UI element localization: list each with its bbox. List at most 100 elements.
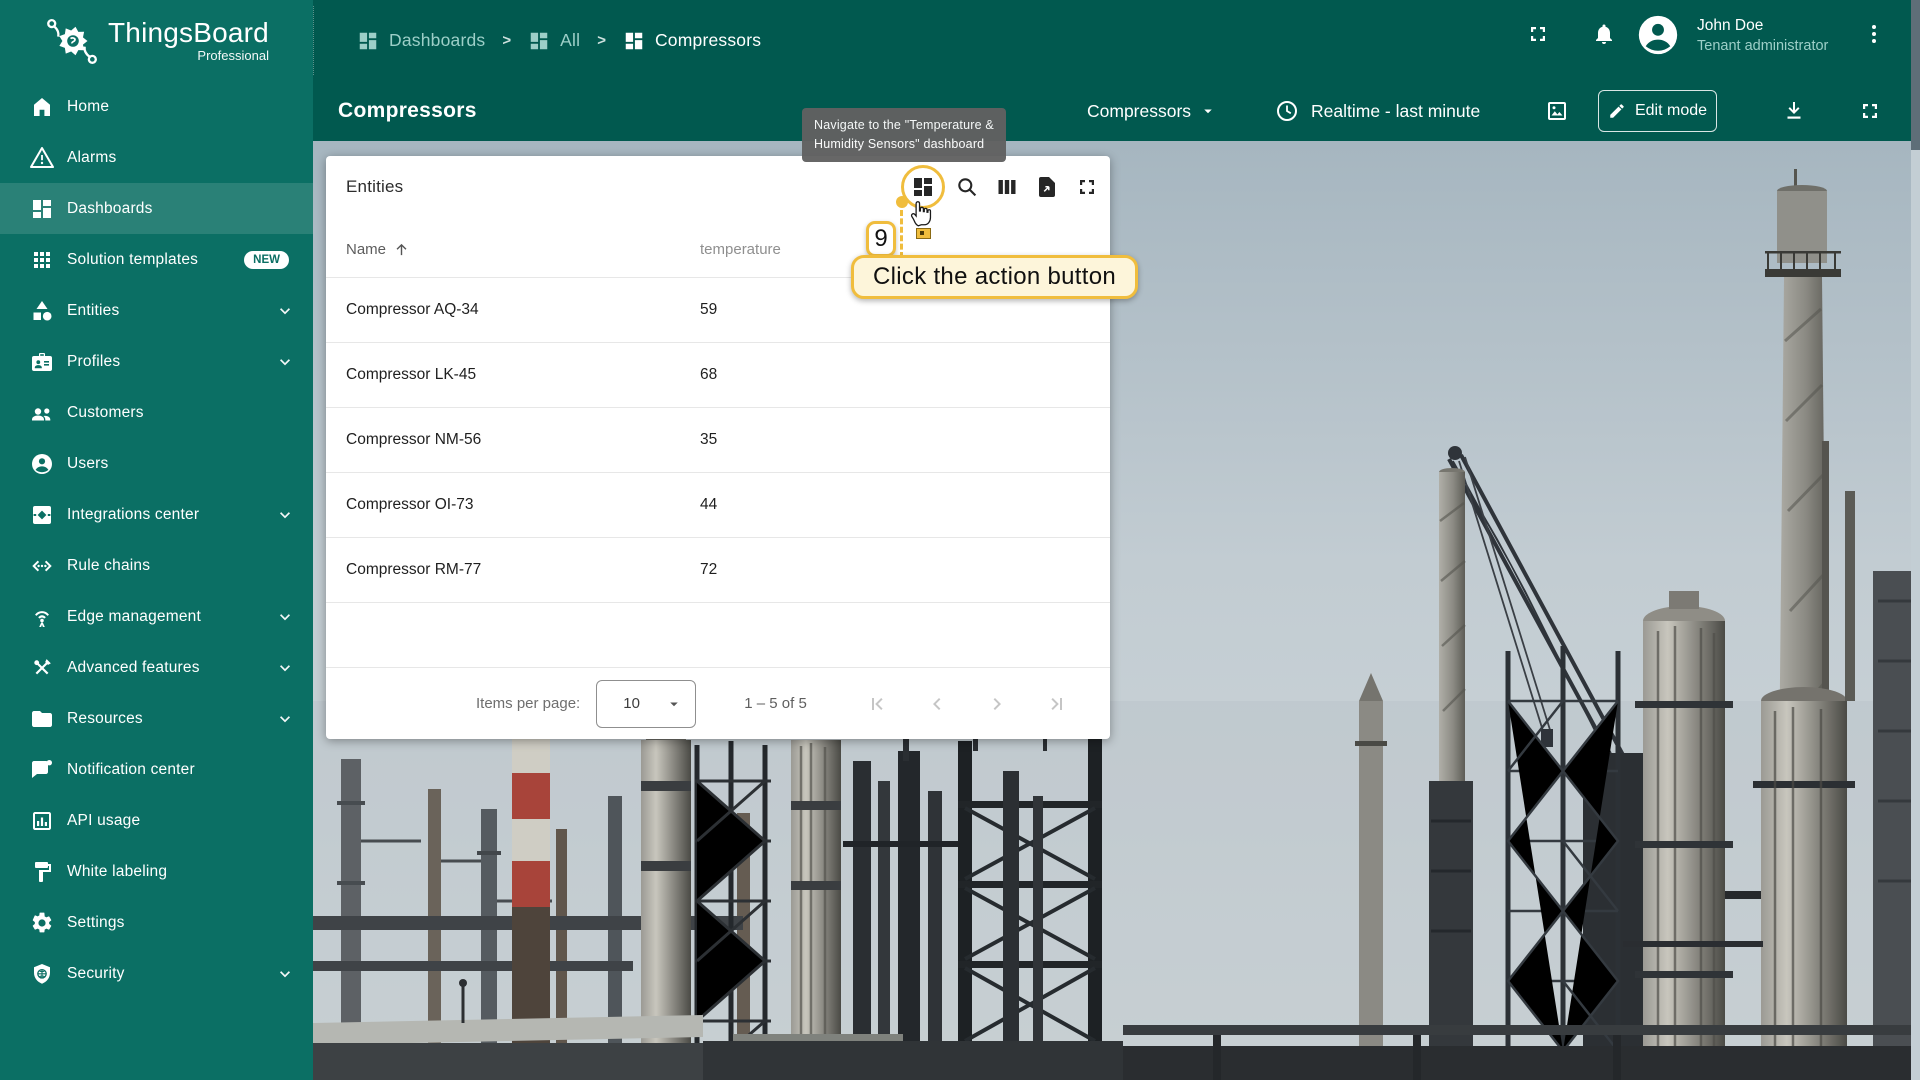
table-row[interactable]: Compressor NM-5635	[326, 408, 1110, 473]
sidebar-item-solution-templates[interactable]: Solution templatesNEW	[0, 234, 313, 285]
export-icon[interactable]	[1035, 175, 1059, 199]
search-icon[interactable]	[955, 175, 979, 199]
breadcrumb-item-all[interactable]: All	[528, 30, 580, 52]
cell-temperature: 72	[700, 538, 717, 602]
widget-fullscreen-icon[interactable]	[1075, 175, 1099, 199]
sidebar-item-label: Advanced features	[67, 659, 275, 677]
edit-mode-label: Edit mode	[1635, 102, 1707, 120]
cell-temperature: 68	[700, 343, 717, 407]
action-tooltip: Navigate to the "Temperature & Humidity …	[802, 108, 1006, 162]
sidebar-item-customers[interactable]: Customers	[0, 387, 313, 438]
cell-temperature: 44	[700, 473, 717, 537]
sidebar-item-dashboards[interactable]: Dashboards	[0, 183, 313, 234]
breadcrumb-separator: >	[502, 32, 511, 49]
chevron-down-icon	[275, 505, 295, 525]
chevron-down-icon	[275, 607, 295, 627]
scrollbar-thumb[interactable]	[1911, 0, 1920, 150]
sidebar-item-label: White labeling	[67, 863, 295, 881]
breadcrumb-item-dashboards[interactable]: Dashboards	[357, 30, 485, 52]
sidebar-item-integrations-center[interactable]: Integrations center	[0, 489, 313, 540]
page-range-label: 1 – 5 of 5	[744, 695, 807, 712]
sidebar-item-label: Entities	[67, 302, 275, 320]
sidebar-item-label: Resources	[67, 710, 275, 728]
sidebar-item-label: API usage	[67, 812, 295, 830]
tour-step-number: 9	[866, 221, 896, 257]
column-header-temperature[interactable]: temperature	[700, 221, 781, 277]
sidebar-item-notification-center[interactable]: Notification center	[0, 744, 313, 795]
timewindow-clock-icon[interactable]	[1275, 99, 1299, 123]
breadcrumb-item-compressors[interactable]: Compressors	[623, 30, 761, 52]
sidebar-item-home[interactable]: Home	[0, 81, 313, 132]
kebab-menu-icon[interactable]	[1862, 22, 1886, 46]
page-size-select[interactable]: 10	[596, 680, 696, 728]
table-row[interactable]: Compressor LK-4568	[326, 343, 1110, 408]
new-badge: NEW	[244, 251, 289, 269]
dashboard-title: Compressors	[338, 81, 477, 141]
sort-asc-icon	[393, 241, 410, 258]
sidebar: ThingsBoard Professional HomeAlarmsDashb…	[0, 0, 313, 1080]
dashboard-action-icon	[911, 175, 935, 199]
table-row[interactable]: Compressor OI-7344	[326, 473, 1110, 538]
state-selector[interactable]: Compressors	[1087, 81, 1217, 141]
first-page-icon[interactable]	[865, 692, 889, 716]
brand-name: ThingsBoard	[108, 18, 269, 48]
chevron-down-icon	[275, 352, 295, 372]
sidebar-item-settings[interactable]: Settings	[0, 897, 313, 948]
sidebar-item-white-labeling[interactable]: White labeling	[0, 846, 313, 897]
pagination: Items per page: 10 1 – 5 of 5	[326, 667, 1110, 739]
avatar[interactable]	[1635, 12, 1681, 58]
dashboard-icon	[357, 30, 379, 52]
warning-icon	[30, 146, 54, 170]
pencil-icon	[1608, 102, 1626, 120]
download-icon[interactable]	[1782, 99, 1806, 123]
sidebar-item-edge-management[interactable]: Edge management	[0, 591, 313, 642]
dashboard-icon	[623, 30, 645, 52]
previous-page-icon[interactable]	[925, 692, 949, 716]
tooltip-line-1: Navigate to the "Temperature &	[814, 116, 994, 135]
columns-icon[interactable]	[995, 175, 1019, 199]
table-row[interactable]: Compressor RM-7772	[326, 538, 1110, 603]
toolbar-fullscreen-icon[interactable]	[1858, 99, 1882, 123]
cell-name: Compressor NM-56	[346, 408, 481, 472]
timewindow-label[interactable]: Realtime - last minute	[1311, 81, 1480, 141]
category-icon	[30, 299, 54, 323]
next-page-icon[interactable]	[985, 692, 1009, 716]
dashboard-icon	[30, 197, 54, 221]
account-icon	[30, 452, 54, 476]
sidebar-item-rule-chains[interactable]: Rule chains	[0, 540, 313, 591]
thingsboard-logo-icon	[44, 13, 102, 69]
sidebar-item-resources[interactable]: Resources	[0, 693, 313, 744]
widget-title: Entities	[346, 177, 403, 197]
sidebar-item-users[interactable]: Users	[0, 438, 313, 489]
entities-widget: Entities Name temperature Compressor AQ-…	[326, 156, 1110, 739]
sidebar-item-profiles[interactable]: Profiles	[0, 336, 313, 387]
background-image-icon[interactable]	[1545, 99, 1569, 123]
sidebar-item-label: Users	[67, 455, 295, 473]
column-header-name[interactable]: Name	[346, 221, 410, 277]
user-block[interactable]: John Doe Tenant administrator	[1697, 16, 1828, 56]
fullscreen-icon[interactable]	[1526, 22, 1550, 46]
breadcrumb-label: All	[560, 30, 580, 51]
edit-mode-button[interactable]: Edit mode	[1598, 90, 1717, 132]
sidebar-item-entities[interactable]: Entities	[0, 285, 313, 336]
last-page-icon[interactable]	[1045, 692, 1069, 716]
sidebar-item-advanced-features[interactable]: Advanced features	[0, 642, 313, 693]
tooltip-line-2: Humidity Sensors" dashboard	[814, 135, 994, 154]
sidebar-item-security[interactable]: Security	[0, 948, 313, 999]
column-name-label: Name	[346, 241, 386, 258]
app-logo[interactable]: ThingsBoard Professional	[0, 0, 313, 81]
chevron-down-icon	[275, 964, 295, 984]
breadcrumb-label: Dashboards	[389, 30, 485, 51]
sidebar-item-label: Notification center	[67, 761, 295, 779]
notifications-bell-icon[interactable]	[1592, 22, 1616, 46]
ethernet-icon	[30, 554, 54, 578]
dashboard-toolbar: Compressors Compressors Realtime - last …	[313, 81, 1920, 141]
sidebar-item-api-usage[interactable]: API usage	[0, 795, 313, 846]
tour-dashed-line	[900, 210, 903, 258]
notification-icon	[30, 758, 54, 782]
breadcrumb: Dashboards > All > Compressors	[357, 0, 761, 81]
chevron-down-icon	[275, 301, 295, 321]
breadcrumb-separator: >	[597, 32, 606, 49]
sidebar-item-alarms[interactable]: Alarms	[0, 132, 313, 183]
state-selector-label: Compressors	[1087, 101, 1191, 122]
